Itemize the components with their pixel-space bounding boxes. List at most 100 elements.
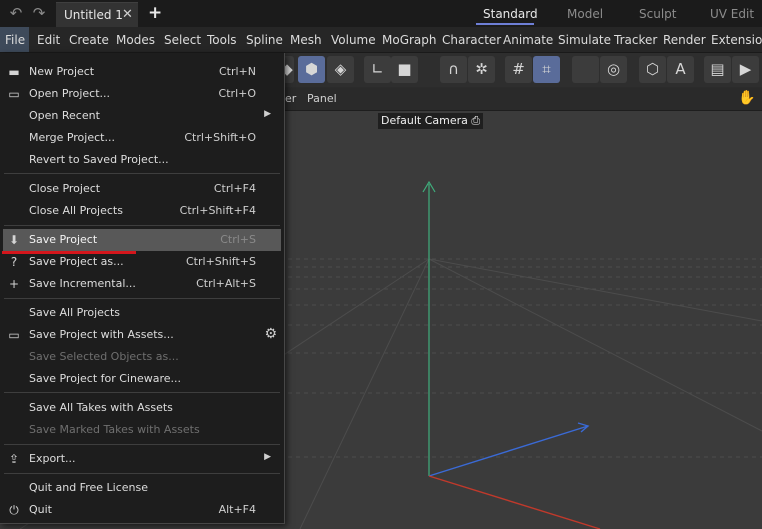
menu-animate[interactable]: Animate — [503, 33, 553, 47]
save-incremental-icon: + — [8, 277, 20, 291]
redo-icon[interactable]: ↷ — [29, 4, 49, 22]
polygon-mode-icon[interactable]: ⬢ — [298, 56, 325, 83]
menu-mesh[interactable]: Mesh — [290, 33, 322, 47]
menu-item-save-all-takes[interactable]: Save All Takes with Assets — [0, 397, 284, 419]
folder-icon: ▭ — [8, 87, 20, 101]
menu-item-close-all-projects[interactable]: Close All Projects Ctrl+Shift+F4 — [0, 200, 284, 222]
menu-edit[interactable]: Edit — [37, 33, 60, 47]
workplane-icon[interactable]: ∟ — [364, 56, 391, 83]
menu-modes[interactable]: Modes — [116, 33, 155, 47]
new-tab-icon[interactable]: + — [148, 3, 162, 23]
menu-item-save-all-projects[interactable]: Save All Projects — [0, 302, 284, 324]
menu-item-quit-free-license[interactable]: Quit and Free License — [0, 477, 284, 499]
grid-line — [428, 258, 762, 322]
hand-pan-icon[interactable]: ✋ — [738, 90, 755, 106]
text-tool-icon[interactable]: A — [667, 56, 694, 83]
layout-standard[interactable]: Standard — [483, 7, 538, 21]
submenu-arrow-icon: ▶ — [264, 452, 271, 462]
viewport-menu-panel[interactable]: Panel — [307, 92, 337, 105]
menu-select[interactable]: Select — [164, 33, 201, 47]
grid-icon[interactable]: # — [505, 56, 532, 83]
viewport-solo-icon[interactable]: ◎ — [600, 56, 627, 83]
menu-item-shortcut: Ctrl+F4 — [213, 182, 256, 195]
solo-icon[interactable]: ■ — [391, 56, 418, 83]
menu-item-export[interactable]: ⇪ Export... ▶ — [0, 448, 284, 470]
menu-item-save-selected-objects: Save Selected Objects as... — [0, 346, 284, 368]
submenu-arrow-icon: ▶ — [264, 109, 271, 119]
grid-snap-icon[interactable]: ⌗ — [533, 56, 560, 83]
layout-sculpt[interactable]: Sculpt — [639, 7, 676, 21]
active-layout-indicator — [476, 23, 534, 25]
gear-icon[interactable]: ⚙ — [264, 326, 277, 342]
file-menu-dropdown: ▬ New Project Ctrl+N ▭ Open Project... Ctrl+… — [0, 53, 285, 524]
menu-tracker[interactable]: Tracker — [614, 33, 657, 47]
layout-uv-edit[interactable]: UV Edit — [710, 7, 754, 21]
menu-render[interactable]: Render — [663, 33, 706, 47]
menu-item-label: Save Project — [29, 233, 98, 246]
close-icon[interactable]: ✕ — [122, 7, 133, 22]
export-icon: ⇪ — [8, 452, 20, 466]
menu-item-label: Save Project with Assets... — [29, 328, 174, 341]
menu-file[interactable]: File — [5, 33, 25, 47]
menubar: File Edit Create Modes Select Tools Spli… — [0, 27, 762, 53]
camera-label[interactable]: Default Camera ⎙ — [378, 113, 484, 129]
menu-mograph[interactable]: MoGraph — [382, 33, 437, 47]
menu-item-open-recent[interactable]: Open Recent ▶ — [0, 105, 284, 127]
menu-item-label: Save Marked Takes with Assets — [29, 423, 200, 436]
menu-item-label: Save Selected Objects as... — [29, 350, 179, 363]
menu-item-shortcut: Ctrl+Alt+S — [196, 277, 256, 290]
undo-icon[interactable]: ↶ — [6, 4, 26, 22]
menu-item-new-project[interactable]: ▬ New Project Ctrl+N — [0, 61, 284, 83]
menu-separator — [4, 225, 280, 226]
menu-item-label: Merge Project... — [29, 131, 115, 144]
menu-item-label: Save Project as... — [29, 255, 124, 268]
menu-item-save-for-cineware[interactable]: Save Project for Cineware... — [0, 368, 284, 390]
menu-item-label: Export... — [29, 452, 76, 465]
menu-item-quit[interactable]: ⏻ Quit Alt+F4 — [0, 499, 284, 521]
document-tab-title: Untitled 1 — [64, 8, 123, 22]
menu-extensions[interactable]: Extensions — [711, 33, 762, 47]
menu-item-label: Revert to Saved Project... — [29, 153, 169, 166]
document-tab[interactable]: Untitled 1 ✕ — [56, 2, 138, 27]
menu-tools[interactable]: Tools — [207, 33, 237, 47]
menu-spline[interactable]: Spline — [246, 33, 283, 47]
menu-item-label: Save All Takes with Assets — [29, 401, 173, 414]
snap-magnet-icon[interactable]: ∩ — [440, 56, 467, 83]
menu-item-label: Close Project — [29, 182, 101, 195]
menu-item-save-marked-takes: Save Marked Takes with Assets — [0, 419, 284, 441]
menu-item-shortcut: Alt+F4 — [218, 503, 256, 516]
menu-create[interactable]: Create — [69, 33, 109, 47]
blank-tool-icon[interactable] — [572, 56, 599, 83]
menu-simulate[interactable]: Simulate — [558, 33, 611, 47]
menu-item-save-with-assets[interactable]: ▭ Save Project with Assets... ⚙ — [0, 324, 284, 346]
menu-item-shortcut: Ctrl+Shift+F4 — [179, 204, 256, 217]
menu-item-shortcut: Ctrl+Shift+S — [186, 255, 256, 268]
menu-character[interactable]: Character — [442, 33, 501, 47]
menu-item-save-incremental[interactable]: + Save Incremental... Ctrl+Alt+S — [0, 273, 284, 295]
menu-item-shortcut: Ctrl+S — [220, 233, 256, 246]
menu-item-close-project[interactable]: Close Project Ctrl+F4 — [0, 178, 284, 200]
viewport-menu-filter[interactable]: er — [285, 92, 296, 105]
menu-item-open-project[interactable]: ▭ Open Project... Ctrl+O — [0, 83, 284, 105]
menu-item-shortcut: Ctrl+Shift+O — [184, 131, 256, 144]
menu-item-label: Open Project... — [29, 87, 111, 100]
menu-item-save-project[interactable]: ⬇ Save Project Ctrl+S — [3, 229, 281, 251]
menu-volume[interactable]: Volume — [331, 33, 376, 47]
menu-item-revert[interactable]: Revert to Saved Project... — [0, 149, 284, 171]
hexagon-tool-icon[interactable]: ⬡ — [639, 56, 666, 83]
model-mode-icon[interactable]: ◈ — [327, 56, 354, 83]
render-view-icon[interactable]: ▶ — [732, 56, 759, 83]
axis-z — [428, 425, 589, 477]
menu-item-save-project-as[interactable]: ? Save Project as... Ctrl+Shift+S — [0, 251, 284, 273]
save-icon: ⬇ — [8, 233, 20, 247]
grid-line — [299, 258, 430, 529]
render-region-icon[interactable]: ▤ — [704, 56, 731, 83]
menu-item-merge-project[interactable]: Merge Project... Ctrl+Shift+O — [0, 127, 284, 149]
new-file-icon: ▬ — [8, 65, 20, 79]
menu-item-label: Quit — [29, 503, 52, 516]
menu-item-shortcut: Ctrl+O — [218, 87, 256, 100]
layout-model[interactable]: Model — [567, 7, 603, 21]
save-as-icon: ? — [10, 255, 18, 269]
snap-settings-icon[interactable]: ✲ — [468, 56, 495, 83]
menu-item-label: Save All Projects — [29, 306, 120, 319]
